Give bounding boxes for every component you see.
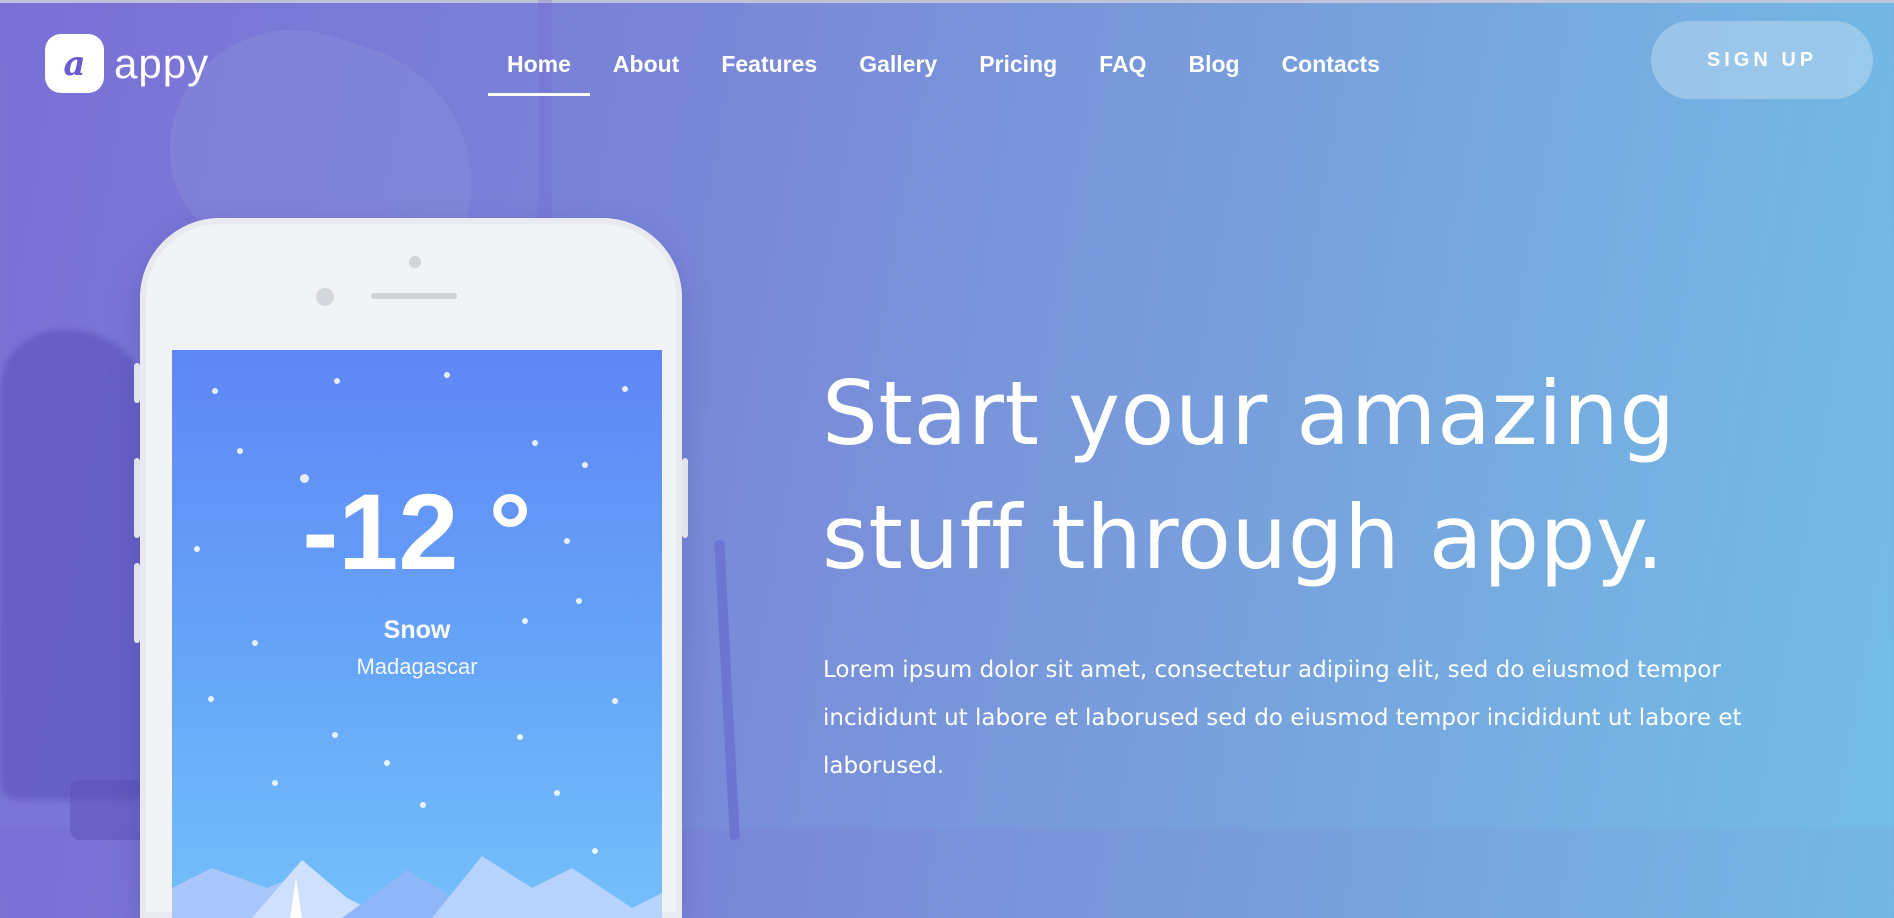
snowflake-icon: [582, 462, 588, 468]
snowflake-icon: [208, 696, 214, 702]
weather-location: Madagascar: [356, 654, 478, 679]
snowflake-icon: [334, 378, 340, 384]
phone-mockup: -12 ° Snow Madagascar: [134, 218, 688, 918]
nav-item-about[interactable]: About: [592, 48, 700, 96]
temperature-readout: -12 °: [302, 471, 532, 592]
phone-side-button: [682, 458, 688, 538]
top-border: [0, 0, 1894, 3]
nav-item-gallery[interactable]: Gallery: [838, 48, 958, 96]
snowflake-icon: [272, 780, 278, 786]
nav-item-contacts[interactable]: Contacts: [1261, 48, 1401, 96]
nav-item-home[interactable]: Home: [486, 48, 592, 96]
phone-speaker-icon: [371, 293, 457, 299]
snowflake-icon: [576, 598, 582, 604]
background-pen-shape: [714, 539, 740, 841]
logo-badge-icon: a: [45, 34, 104, 93]
brand-logo[interactable]: a appy: [45, 34, 209, 93]
nav-item-features[interactable]: Features: [700, 48, 838, 96]
phone-camera-icon: [409, 256, 421, 268]
sign-up-button[interactable]: SIGN UP: [1651, 21, 1873, 99]
mountains-illustration: [172, 856, 662, 918]
logo-letter: a: [63, 43, 86, 84]
snowflake-icon: [517, 734, 523, 740]
main-nav: Home About Features Gallery Pricing FAQ …: [486, 48, 1401, 96]
phone-side-button: [134, 563, 140, 643]
snowflake-icon: [612, 698, 618, 704]
snowflake-icon: [420, 802, 426, 808]
hero-title-line-1: Start your amazing: [822, 362, 1676, 465]
snowflake-icon: [554, 790, 560, 796]
hero-description: Lorem ipsum dolor sit amet, consectetur …: [823, 657, 1742, 779]
nav-item-pricing[interactable]: Pricing: [958, 48, 1078, 96]
hero-title: Start your amazing stuff through appy.: [822, 352, 1822, 600]
snowflake-icon: [532, 440, 538, 446]
weather-condition: Snow: [383, 616, 451, 644]
nav-item-faq[interactable]: FAQ: [1078, 48, 1167, 96]
snowflake-icon: [237, 448, 243, 454]
snowflake-icon: [332, 732, 338, 738]
phone-sensor-icon: [316, 288, 334, 306]
nav-item-blog[interactable]: Blog: [1167, 48, 1260, 96]
background-plant-shape: [0, 330, 150, 800]
phone-side-button: [134, 458, 140, 538]
hero-title-line-2: stuff through appy.: [822, 486, 1665, 589]
snowflake-icon: [622, 386, 628, 392]
snowflake-icon: [384, 760, 390, 766]
snowflake-icon: [444, 372, 450, 378]
phone-side-button: [134, 363, 140, 403]
weather-app-screen: -12 ° Snow Madagascar: [172, 350, 662, 918]
brand-name: appy: [114, 39, 210, 87]
snowflake-icon: [212, 388, 218, 394]
